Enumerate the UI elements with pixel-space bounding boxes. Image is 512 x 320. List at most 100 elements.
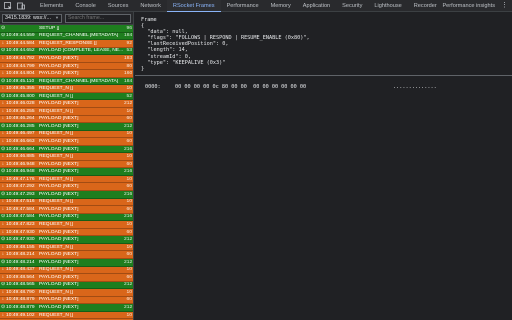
tab-sources[interactable]: Sources (102, 0, 135, 12)
frame-type: PAYLOAD [NEXT] (39, 146, 79, 152)
outgoing-arrow-icon: ⊙ (0, 25, 6, 31)
frame-row[interactable]: ⊙ 10:49:44.652 PAYLOAD [COMPLETE, LEASE, N… (0, 47, 133, 56)
tab-application[interactable]: Application (297, 0, 336, 12)
frame-length: 184 (124, 78, 133, 84)
frame-row[interactable]: ⊙ SETUP [] 96 (0, 25, 133, 33)
tab-rsocket-frames[interactable]: RSocket Frames (166, 0, 221, 12)
frame-timestamp: 10:49:44.584 (6, 40, 35, 46)
frame-type: PAYLOAD [NEXT] (39, 297, 79, 303)
device-toggle-icon[interactable] (16, 1, 26, 11)
frame-row[interactable]: ⊙ 10:49:47.293 PAYLOAD [NEXT] 216 (0, 191, 133, 199)
frame-row[interactable]: ⊙ 10:49:45.800 REQUEST_N [] 52 (0, 92, 133, 101)
search-frame-input[interactable] (65, 13, 131, 23)
frame-row[interactable]: ↓ 10:49:44.782 PAYLOAD [NEXT] 183 (0, 55, 133, 63)
frame-row[interactable]: ↓ 10:49:45.355 REQUEST_N [] 10 (0, 85, 133, 93)
frame-timestamp: 10:49:45.355 (6, 86, 35, 92)
frame-length: 10 (126, 267, 132, 273)
frame-length: 10 (126, 154, 132, 160)
frame-timestamp: 10:49:46.948 (6, 161, 35, 167)
frame-row[interactable]: ↓ 10:49:48.437 REQUEST_N [] 10 (0, 266, 133, 275)
frame-row[interactable]: ⊙ 10:49:46.664 PAYLOAD [NEXT] 216 (0, 145, 133, 154)
frame-timestamp: 10:49:47.176 (6, 176, 35, 182)
frame-row[interactable]: ↓ 10:49:48.214 PAYLOAD [NEXT] 60 (0, 251, 133, 259)
tab-elements[interactable]: Elements (34, 0, 69, 12)
frame-row[interactable]: ↓ 10:49:47.292 PAYLOAD [NEXT] 60 (0, 183, 133, 192)
frame-type: PAYLOAD [NEXT] (39, 184, 79, 190)
frame-type: PAYLOAD [NEXT] (39, 71, 79, 77)
frame-length: 10 (126, 312, 132, 318)
frame-row[interactable]: ↓ 10:49:46.948 PAYLOAD [NEXT] 60 (0, 160, 133, 169)
frame-row[interactable]: ⊙ 10:49:46.285 PAYLOAD [NEXT] 212 (0, 123, 133, 131)
frame-timestamp: 10:49:44.652 (6, 48, 35, 54)
tab-security[interactable]: Security (336, 0, 368, 12)
frame-type: REQUEST_N [] (39, 244, 73, 250)
frame-hex-view: 0000: 00 00 00 00 0c 80 00 00 00 00 00 0… (135, 76, 512, 98)
frame-length: 216 (124, 169, 133, 175)
frame-type: REQUEST_N [] (39, 154, 73, 160)
frame-row[interactable]: ↓ 10:49:47.584 PAYLOAD [NEXT] 60 (0, 206, 133, 214)
frame-row[interactable]: ↓ 10:49:46.497 REQUEST_N [] 10 (0, 130, 133, 139)
frame-timestamp: 10:49:44.799 (6, 63, 35, 69)
tab-network[interactable]: Network (134, 0, 167, 12)
frame-length: 60 (126, 274, 132, 280)
frame-row[interactable]: ↓ 10:49:47.516 REQUEST_N [] 10 (0, 198, 133, 207)
frame-row[interactable]: ↓ 10:49:44.799 PAYLOAD [NEXT] 80 (0, 62, 133, 71)
frame-timestamp: 10:49:47.293 (6, 191, 35, 197)
frame-row[interactable]: ↓ 10:49:47.930 PAYLOAD [NEXT] 60 (0, 228, 133, 237)
frame-timestamp: 10:49:47.584 (6, 214, 35, 220)
frame-row[interactable]: ↓ 10:49:49.102 REQUEST_N [] 10 (0, 311, 133, 320)
frame-type: PAYLOAD [NEXT] (39, 274, 79, 280)
tab-lighthouse[interactable]: Lighthouse (368, 0, 407, 12)
frame-row[interactable]: ⊙ 10:49:48.565 PAYLOAD [NEXT] 212 (0, 281, 133, 290)
frame-row[interactable]: ⊙ 10:49:48.879 PAYLOAD [NEXT] 212 (0, 304, 133, 312)
frame-row[interactable]: ↓ 10:49:46.663 PAYLOAD [NEXT] 60 (0, 138, 133, 146)
frame-type: PAYLOAD [NEXT] (39, 305, 79, 310)
frame-length: 60 (126, 116, 132, 122)
frame-row[interactable]: ⊙ 10:49:48.214 PAYLOAD [NEXT] 212 (0, 258, 133, 267)
frame-row[interactable]: ↓ 10:49:47.176 REQUEST_N [] 10 (0, 175, 133, 184)
inspect-element-icon[interactable] (3, 1, 13, 11)
frame-length: 10 (126, 131, 132, 137)
frame-row[interactable]: ↓ 10:49:46.885 REQUEST_N [] 10 (0, 153, 133, 161)
frame-timestamp: 10:49:47.930 (6, 229, 35, 235)
frame-row[interactable]: ↓ 10:49:48.790 REQUEST_N [] 10 (0, 289, 133, 297)
frame-row[interactable]: ⊙ 10:49:45.110 REQUEST_CHANNEL [METADATA] 1… (0, 77, 133, 86)
tab-memory[interactable]: Memory (265, 0, 297, 12)
frame-length: 216 (124, 146, 133, 152)
frame-row[interactable]: ⊙ 10:49:46.948 PAYLOAD [NEXT] 216 (0, 168, 133, 176)
frame-length: 10 (126, 176, 132, 182)
frame-type: REQUEST_CHANNEL [METADATA] (39, 78, 119, 84)
frame-type: PAYLOAD [NEXT] (39, 101, 79, 107)
frame-length: 96 (126, 25, 132, 31)
tab-performance[interactable]: Performance (221, 0, 265, 12)
frame-timestamp: 10:49:46.285 (6, 123, 35, 129)
frame-length: 60 (126, 229, 132, 235)
tab-performance-insights[interactable]: Performance insights (438, 0, 499, 12)
frame-row[interactable]: ↓ 10:49:44.804 PAYLOAD [NEXT] 160 (0, 70, 133, 78)
frame-length: 60 (126, 184, 132, 190)
frame-timestamp: 10:49:46.664 (6, 146, 35, 152)
frame-row[interactable]: ↓ 10:49:48.879 PAYLOAD [NEXT] 60 (0, 296, 133, 305)
more-options-icon[interactable]: ⋮ (499, 0, 510, 12)
frame-row[interactable]: ↓ 10:49:44.584 REQUEST_RESPONSE [] 92 (0, 40, 133, 48)
tab-console[interactable]: Console (69, 0, 102, 12)
frame-type: REQUEST_N [] (39, 86, 73, 92)
frame-row[interactable]: ↓ 10:49:46.255 REQUEST_N [] 10 (0, 108, 133, 116)
frame-row[interactable]: ↓ 10:49:48.564 PAYLOAD [NEXT] 60 (0, 274, 133, 282)
frame-row[interactable]: ⊙ 10:49:44.559 REQUEST_CHANNEL [METADATA] 1… (0, 32, 133, 41)
connection-select[interactable]: 3415.1839: wss://... ▼ (2, 13, 62, 23)
frame-timestamp: 10:49:48.790 (6, 289, 35, 295)
frame-length: 80 (126, 63, 132, 69)
frame-type: REQUEST_N [] (39, 221, 73, 227)
frame-length: 60 (126, 206, 132, 212)
frame-row[interactable]: ↓ 10:49:46.264 PAYLOAD [NEXT] 60 (0, 115, 133, 124)
frame-row[interactable]: ↓ 10:49:46.028 PAYLOAD [NEXT] 212 (0, 100, 133, 109)
frame-type: REQUEST_N [] (39, 199, 73, 205)
frame-row[interactable]: ↓ 10:49:48.155 REQUEST_N [] 10 (0, 243, 133, 252)
frame-length: 160 (124, 71, 133, 77)
frame-row[interactable]: ⊙ 10:49:47.930 PAYLOAD [NEXT] 212 (0, 236, 133, 244)
frame-row[interactable]: ↓ 10:49:47.823 REQUEST_N [] 10 (0, 221, 133, 229)
frame-row[interactable]: ⊙ 10:49:47.584 PAYLOAD [NEXT] 216 (0, 213, 133, 222)
frame-type: PAYLOAD [NEXT] (39, 259, 79, 265)
frame-type: PAYLOAD [NEXT] (39, 214, 79, 220)
